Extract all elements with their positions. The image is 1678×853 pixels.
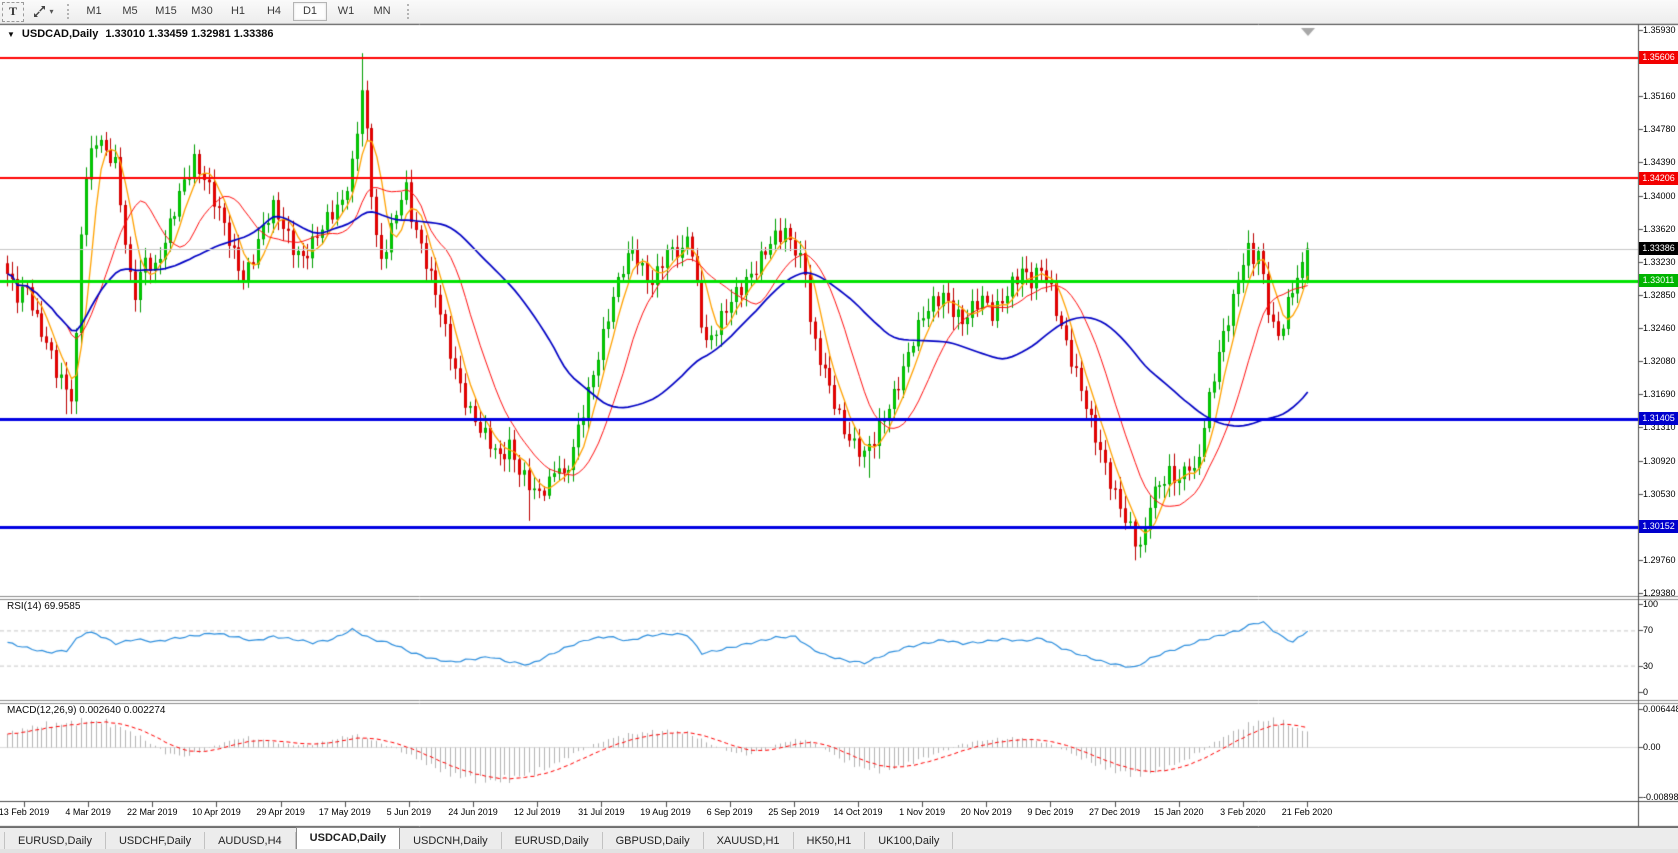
chart-tab-xauusd-h1[interactable]: XAUUSD,H1	[704, 832, 794, 850]
rsi-indicator-label: RSI(14) 69.9585	[7, 601, 80, 612]
macd-axis-label: 0.00	[1643, 742, 1678, 752]
chart-dropdown-icon[interactable]: ▼	[7, 30, 15, 39]
price-axis-label: 1.34390	[1643, 157, 1678, 167]
price-axis-label: 1.35930	[1643, 25, 1678, 35]
price-axis-label: 1.29380	[1643, 588, 1678, 598]
chart-tab-eurusd-daily[interactable]: EURUSD,Daily	[4, 832, 106, 850]
price-level-badge: 1.33386	[1639, 242, 1678, 255]
price-axis-label: 1.31690	[1643, 389, 1678, 399]
price-axis-label: 1.29760	[1643, 555, 1678, 565]
chart-tab-uk100-daily[interactable]: UK100,Daily	[865, 832, 953, 850]
date-axis-label: 6 Sep 2019	[707, 807, 753, 817]
bottom-strip	[0, 849, 1678, 853]
date-axis-label: 31 Jul 2019	[578, 807, 625, 817]
rsi-axis-label: 70	[1643, 625, 1678, 635]
price-axis-label: 1.34780	[1643, 124, 1678, 134]
chart-tab-audusd-h4[interactable]: AUDUSD,H4	[205, 832, 296, 850]
chart-window: ▼ USDCAD,Daily 1.33010 1.33459 1.32981 1…	[0, 0, 1678, 853]
date-axis-label: 15 Jan 2020	[1154, 807, 1204, 817]
chart-ohlc-values: 1.33010 1.33459 1.32981 1.33386	[105, 28, 273, 40]
rsi-axis-label: 100	[1643, 599, 1678, 609]
rsi-axis-label: 30	[1643, 661, 1678, 671]
price-axis-label: 1.30530	[1643, 489, 1678, 499]
price-axis-label: 1.33230	[1643, 257, 1678, 267]
date-axis-label: 12 Jul 2019	[514, 807, 561, 817]
price-axis-label: 1.32850	[1643, 290, 1678, 300]
date-axis-label: 17 May 2019	[319, 807, 371, 817]
chart-tab-hk50-h1[interactable]: HK50,H1	[794, 832, 866, 850]
macd-axis-label: -0.00898	[1643, 792, 1678, 802]
price-axis-label: 1.35160	[1643, 91, 1678, 101]
macd-axis-label: 0.006448	[1643, 704, 1678, 714]
date-axis-label: 29 Apr 2019	[256, 807, 305, 817]
price-axis-label: 1.32080	[1643, 356, 1678, 366]
chart-tab-eurusd-daily[interactable]: EURUSD,Daily	[502, 832, 603, 850]
date-axis-label: 22 Mar 2019	[127, 807, 178, 817]
date-axis-label: 21 Feb 2020	[1282, 807, 1333, 817]
price-level-badge: 1.35606	[1639, 51, 1678, 64]
date-axis-label: 14 Oct 2019	[833, 807, 882, 817]
date-axis-label: 19 Aug 2019	[640, 807, 691, 817]
price-axis-label: 1.34000	[1643, 191, 1678, 201]
chart-tabs-bar: EURUSD,DailyUSDCHF,DailyAUDUSD,H4USDCAD,…	[0, 827, 1678, 850]
trading-platform-window: T ▾ M1M5M15M30H1H4D1W1MN ▼ USDCAD,Daily …	[0, 0, 1678, 853]
date-axis-label: 3 Feb 2020	[1220, 807, 1266, 817]
chart-tab-usdcad-daily[interactable]: USDCAD,Daily	[296, 827, 400, 850]
chart-symbol-label: USDCAD,Daily	[22, 28, 98, 40]
price-axis-label: 1.32460	[1643, 323, 1678, 333]
price-level-badge: 1.30152	[1639, 520, 1678, 533]
date-axis-label: 27 Dec 2019	[1089, 807, 1140, 817]
price-level-badge: 1.31405	[1639, 412, 1678, 425]
price-level-badge: 1.33011	[1639, 274, 1678, 287]
chart-tab-gbpusd-daily[interactable]: GBPUSD,Daily	[603, 832, 704, 850]
price-axis-label: 1.33620	[1643, 224, 1678, 234]
date-axis-label: 9 Dec 2019	[1027, 807, 1073, 817]
price-level-badge: 1.34206	[1639, 172, 1678, 185]
chart-tab-usdcnh-daily[interactable]: USDCNH,Daily	[400, 832, 502, 850]
date-axis-label: 10 Apr 2019	[192, 807, 241, 817]
price-axis-label: 1.30920	[1643, 456, 1678, 466]
date-axis-label: 25 Sep 2019	[768, 807, 819, 817]
date-axis-label: 13 Feb 2019	[0, 807, 49, 817]
chart-tab-usdchf-daily[interactable]: USDCHF,Daily	[106, 832, 205, 850]
date-axis-label: 20 Nov 2019	[961, 807, 1012, 817]
chart-ohlc-header: ▼ USDCAD,Daily 1.33010 1.33459 1.32981 1…	[7, 28, 274, 40]
date-axis-label: 1 Nov 2019	[899, 807, 945, 817]
macd-indicator-label: MACD(12,26,9) 0.002640 0.002274	[7, 705, 165, 716]
rsi-axis-label: 0	[1643, 687, 1678, 697]
date-axis-label: 4 Mar 2019	[65, 807, 111, 817]
date-axis-label: 5 Jun 2019	[387, 807, 432, 817]
date-axis-label: 24 Jun 2019	[448, 807, 498, 817]
price-chart-canvas[interactable]	[0, 0, 1678, 830]
